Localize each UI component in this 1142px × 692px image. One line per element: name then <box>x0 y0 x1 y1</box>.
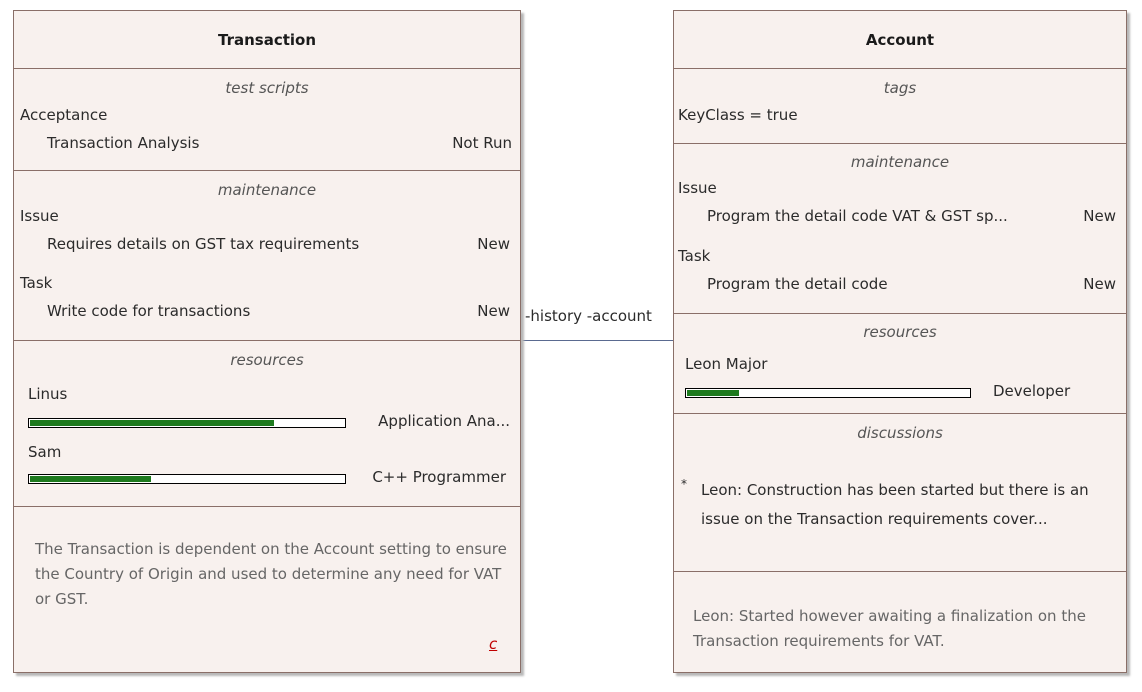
compartment-title: discussions <box>857 424 943 442</box>
tags-compartment: tags KeyClass = true <box>674 69 1126 144</box>
test-scripts-compartment: test scripts Acceptance Transaction Anal… <box>14 69 520 171</box>
compartment-title: resources <box>863 323 937 341</box>
resource-name: Linus <box>28 385 68 403</box>
maintenance-compartment: maintenance Issue Requires details on GS… <box>14 171 520 341</box>
class-name: Transaction <box>14 11 520 69</box>
test-item-status: Not Run <box>452 134 512 152</box>
issue-label: Issue <box>678 179 717 197</box>
resource-role: Application Ana... <box>378 412 510 430</box>
maintenance-compartment: maintenance Issue Program the detail cod… <box>674 144 1126 314</box>
class-notes: Leon: Started however awaiting a finaliz… <box>693 607 1086 650</box>
task-item: Write code for transactions <box>47 302 251 320</box>
issue-status: New <box>477 235 510 253</box>
compartment-title: resources <box>230 351 304 369</box>
task-label: Task <box>20 274 53 292</box>
resource-name: Leon Major <box>685 355 768 373</box>
resources-compartment: resources Leon Major Developer <box>674 314 1126 414</box>
compartment-title: tags <box>883 79 917 97</box>
notes-compartment: The Transaction is dependent on the Acco… <box>14 507 520 672</box>
discussion-bullet: * <box>681 477 687 491</box>
transaction-class[interactable]: Transaction test scripts Acceptance Tran… <box>13 10 521 673</box>
tag-value: KeyClass = true <box>678 106 798 124</box>
resource-progress-bar <box>28 474 346 484</box>
discussion-line-1: Leon: Construction has been started but … <box>701 481 1089 499</box>
resource-progress-bar <box>28 418 346 428</box>
task-status: New <box>1083 275 1116 293</box>
task-label: Task <box>678 247 711 265</box>
association-connector[interactable] <box>521 340 674 341</box>
issue-status: New <box>1083 207 1116 225</box>
class-notes: The Transaction is dependent on the Acco… <box>35 540 507 608</box>
resource-name: Sam <box>28 443 62 461</box>
discussion-line-2: issue on the Transaction requirements co… <box>701 510 1048 528</box>
association-label: -history -account <box>525 307 652 325</box>
class-name: Account <box>674 11 1126 69</box>
task-status: New <box>477 302 510 320</box>
account-class[interactable]: Account tags KeyClass = true maintenance… <box>673 10 1127 673</box>
test-item-name: Transaction Analysis <box>47 134 200 152</box>
task-item: Program the detail code <box>707 275 888 293</box>
compartment-title: maintenance <box>850 153 950 171</box>
resource-role: Developer <box>993 382 1071 400</box>
discussions-compartment: discussions * Leon: Construction has bee… <box>674 414 1126 572</box>
compartment-title: test scripts <box>225 79 309 97</box>
resources-compartment: resources Linus Application Ana... Sam C… <box>14 341 520 507</box>
notes-compartment: Leon: Started however awaiting a finaliz… <box>674 572 1126 672</box>
issue-item: Requires details on GST tax requirements <box>47 235 360 253</box>
compartment-title: maintenance <box>217 181 317 199</box>
issue-label: Issue <box>20 207 59 225</box>
progress-fill <box>30 420 275 426</box>
progress-fill <box>687 390 739 396</box>
resource-role: C++ Programmer <box>372 468 506 486</box>
progress-fill <box>30 476 152 482</box>
test-category: Acceptance <box>20 106 108 124</box>
hyperlink-icon[interactable]: c <box>489 635 497 653</box>
issue-item: Program the detail code VAT & GST sp... <box>707 207 1008 225</box>
resource-progress-bar <box>685 388 971 398</box>
